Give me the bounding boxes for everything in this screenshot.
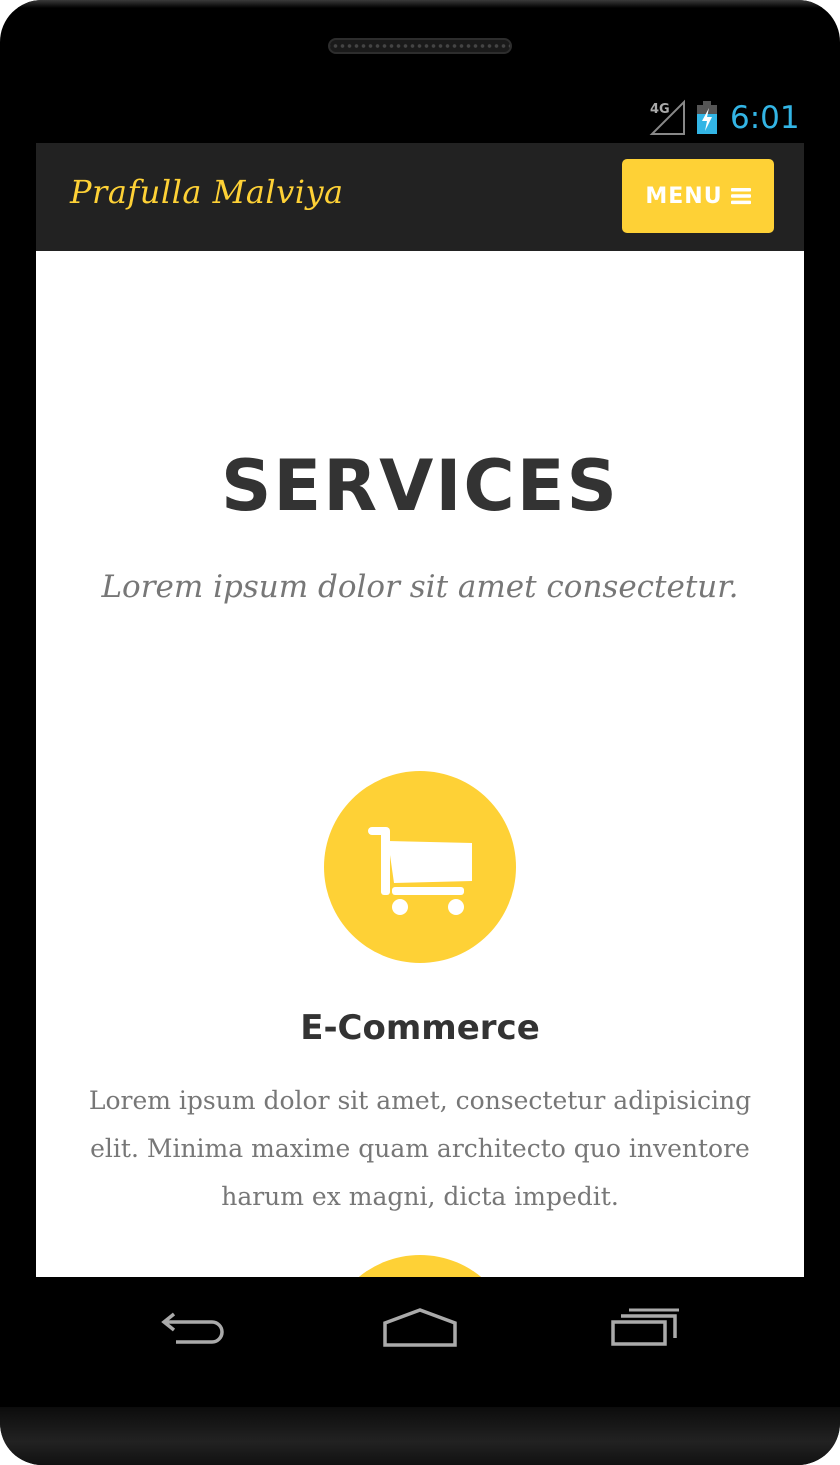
android-navigation-bar [36, 1277, 804, 1407]
signal-4g-icon: 4G [649, 99, 685, 135]
top-navbar: Prafulla Malviya MENU [36, 143, 804, 251]
home-icon [383, 1308, 457, 1347]
phone-bottom-bezel [0, 1407, 840, 1465]
recent-apps-icon [611, 1308, 679, 1346]
shopping-cart-icon [368, 827, 472, 915]
app-screen: Prafulla Malviya MENU SERVICES Lorem ips… [36, 143, 804, 1277]
status-clock: 6:01 [730, 100, 800, 136]
earpiece-speaker [328, 38, 512, 54]
status-bar: 4G 6:01 [36, 92, 804, 144]
network-type-label: 4G [650, 102, 670, 117]
section-subheading: Lorem ipsum dolor sit amet consectetur. [101, 569, 739, 605]
brand-logo[interactable]: Prafulla Malviya [70, 173, 344, 211]
phone-top-edge [0, 0, 840, 8]
back-icon [161, 1312, 224, 1344]
menu-label: MENU [645, 183, 723, 209]
phone-frame: 4G 6:01 Prafulla Malviya MENU SERVICES L… [0, 0, 840, 1465]
menu-button[interactable]: MENU [622, 159, 774, 233]
back-button[interactable] [150, 1303, 240, 1353]
battery-charging-icon [697, 101, 717, 134]
service-icon-circle [324, 771, 516, 963]
service-description: Lorem ipsum dolor sit amet, consectetur … [88, 1086, 752, 1211]
hamburger-icon [730, 188, 751, 205]
service-title: E-Commerce [300, 1008, 540, 1048]
section-heading: SERVICES [221, 445, 619, 527]
next-service-icon-circle [324, 1255, 516, 1277]
home-button[interactable] [375, 1303, 465, 1353]
recent-apps-button[interactable] [600, 1303, 690, 1353]
